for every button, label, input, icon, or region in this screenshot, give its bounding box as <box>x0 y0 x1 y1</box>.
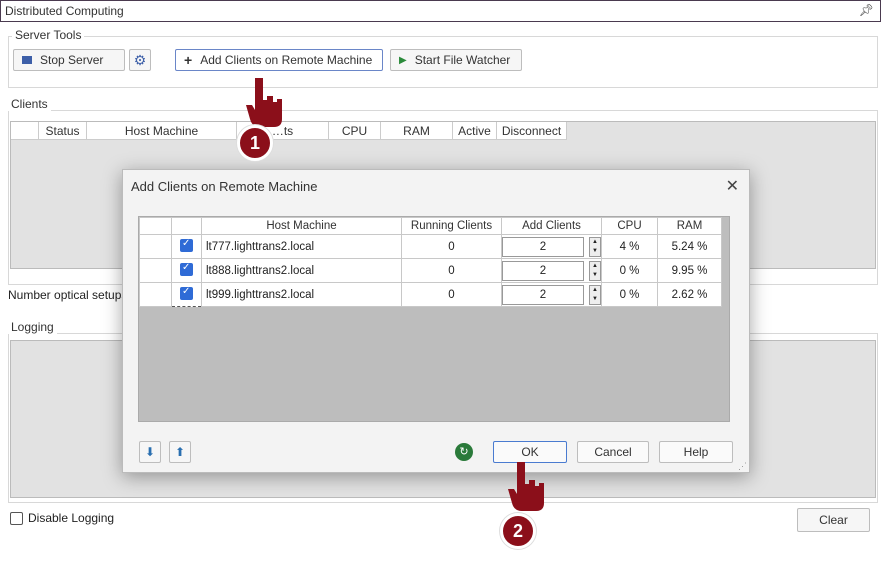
server-tools-label: Server Tools <box>12 28 85 42</box>
clients-col-disconnect[interactable]: Disconnect <box>497 122 567 140</box>
row-ram: 9.95 % <box>657 258 722 283</box>
disable-logging-checkbox[interactable] <box>10 512 23 525</box>
dialog-grid: Host Machine Running Clients Add Clients… <box>138 216 730 422</box>
start-file-watcher-label: Start File Watcher <box>414 53 511 67</box>
export-button[interactable]: ⬆ <box>169 441 191 463</box>
row-ram: 5.24 % <box>657 234 722 259</box>
table-row[interactable]: lt777.lighttrans2.local 0 2▲▼ 4 % 5.24 % <box>139 234 722 259</box>
dialog-col-cpu[interactable]: CPU <box>601 217 658 235</box>
stepper-arrows-icon[interactable]: ▲ ▼ <box>589 284 601 305</box>
add-clients-label: Add Clients on Remote Machine <box>200 53 373 67</box>
plus-icon: + <box>184 52 193 68</box>
window-title: Distributed Computing <box>5 4 124 18</box>
row-cpu: 0 % <box>601 258 658 283</box>
checkbox-checked-icon[interactable] <box>180 262 193 276</box>
clients-col-status[interactable]: Status <box>39 122 87 140</box>
row-checkbox[interactable] <box>171 234 202 259</box>
checkbox-checked-icon[interactable] <box>180 286 193 300</box>
row-checkbox[interactable] <box>171 258 202 283</box>
settings-button[interactable]: ⚙ <box>129 49 151 71</box>
add-clients-dialog: Add Clients on Remote Machine ✕ Host Mac… <box>122 169 750 473</box>
table-row[interactable]: lt888.lighttrans2.local 0 2▲▼ 0 % 9.95 % <box>139 258 722 283</box>
row-ram: 2.62 % <box>657 282 722 307</box>
dialog-col-running[interactable]: Running Clients <box>401 217 502 235</box>
step-1-badge: 1 <box>237 125 273 161</box>
dialog-table-header: Host Machine Running Clients Add Clients… <box>139 217 722 235</box>
cancel-label: Cancel <box>594 445 632 459</box>
help-button[interactable]: Help <box>659 441 733 463</box>
row-header[interactable] <box>139 234 172 259</box>
disable-logging-label: Disable Logging <box>28 511 115 525</box>
checkbox-checked-icon[interactable] <box>180 238 193 252</box>
step-2-badge: 2 <box>500 513 536 549</box>
row-header[interactable] <box>139 258 172 283</box>
stepper-arrows-icon[interactable]: ▲ ▼ <box>589 236 601 257</box>
play-icon: ▶ <box>399 54 407 66</box>
row-add-clients[interactable]: 2 ▲ ▼ <box>501 258 602 283</box>
dialog-col-add[interactable]: Add Clients <box>501 217 602 235</box>
row-running: 0 <box>401 258 502 283</box>
row-host: lt999.lighttrans2.local <box>201 282 402 307</box>
dialog-col-host[interactable]: Host Machine <box>201 217 402 235</box>
clients-col-host[interactable]: Host Machine <box>87 122 237 140</box>
pointing-hand-icon-1 <box>246 78 282 127</box>
stepper-value[interactable]: 2 <box>502 236 584 257</box>
row-host: lt777.lighttrans2.local <box>201 234 402 259</box>
clients-col-cpu[interactable]: CPU <box>329 122 381 140</box>
stepper-value[interactable]: 2 <box>502 284 584 305</box>
number-optical-setups-label: Number optical setups <box>8 288 128 302</box>
pin-icon[interactable]: 📌︎ <box>859 3 874 17</box>
row-running: 0 <box>401 282 502 307</box>
pointing-hand-icon-2 <box>508 462 544 511</box>
window-title-bar: Distributed Computing 📌︎ <box>0 0 881 22</box>
clients-col-ram[interactable]: RAM <box>381 122 453 140</box>
logging-label: Logging <box>8 320 57 334</box>
clear-label: Clear <box>819 513 848 527</box>
start-file-watcher-button[interactable]: ▶ Start File Watcher <box>390 49 522 71</box>
clear-button[interactable]: Clear <box>797 508 870 532</box>
add-clients-button[interactable]: + Add Clients on Remote Machine <box>175 49 383 71</box>
refresh-icon[interactable]: ↻ <box>455 443 473 461</box>
add-clients-stepper[interactable]: 2 ▲ ▼ <box>502 260 601 282</box>
dialog-col-row <box>139 217 172 235</box>
stepper-arrows-icon[interactable]: ▲ ▼ <box>589 260 601 281</box>
clients-table-header: Status Host Machine …ts CPU RAM Active D… <box>11 122 567 140</box>
row-cpu: 0 % <box>601 282 658 307</box>
gear-icon: ⚙ <box>133 51 147 68</box>
stop-server-label: Stop Server <box>40 53 104 67</box>
help-label: Help <box>683 445 709 459</box>
row-add-clients[interactable]: 2 ▲ ▼ <box>501 234 602 259</box>
clients-col-active[interactable]: Active <box>453 122 497 140</box>
add-clients-stepper[interactable]: 2 ▲ ▼ <box>502 284 601 306</box>
row-header[interactable] <box>139 282 172 307</box>
row-host: lt888.lighttrans2.local <box>201 258 402 283</box>
table-row[interactable]: lt999.lighttrans2.local 0 2▲▼ 0 % 2.62 % <box>139 282 722 307</box>
stop-icon <box>22 56 32 64</box>
row-running: 0 <box>401 234 502 259</box>
row-add-clients[interactable]: 2 ▲ ▼ <box>501 282 602 307</box>
row-cpu: 4 % <box>601 234 658 259</box>
resize-grip-icon[interactable]: ⋰ <box>738 461 747 472</box>
export-icon: ⬆ <box>174 445 186 459</box>
close-icon[interactable]: ✕ <box>726 176 739 196</box>
import-button[interactable]: ⬇ <box>139 441 161 463</box>
stepper-value[interactable]: 2 <box>502 260 584 281</box>
stop-server-button[interactable]: Stop Server <box>13 49 125 71</box>
dialog-col-check <box>171 217 202 235</box>
clients-label: Clients <box>8 97 51 111</box>
cancel-button[interactable]: Cancel <box>577 441 649 463</box>
add-clients-stepper[interactable]: 2 ▲ ▼ <box>502 236 601 258</box>
dialog-title: Add Clients on Remote Machine <box>131 179 318 194</box>
ok-label: OK <box>521 445 539 459</box>
import-icon: ⬇ <box>144 445 156 459</box>
clients-col-select <box>11 122 39 140</box>
dialog-col-ram[interactable]: RAM <box>657 217 722 235</box>
row-checkbox[interactable] <box>171 282 202 307</box>
dialog-table: Host Machine Running Clients Add Clients… <box>139 217 722 307</box>
